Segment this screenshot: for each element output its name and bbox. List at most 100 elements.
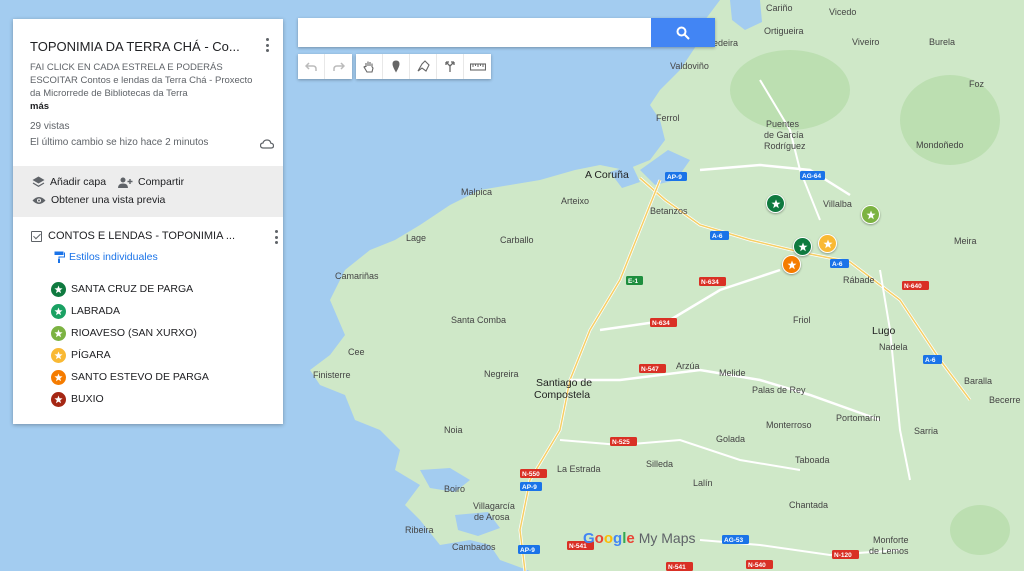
svg-text:N-525: N-525 [612, 439, 630, 446]
toolbar-tools [356, 54, 491, 79]
map-description: FAI CLICK EN CADA ESTRELA E PODERÁS ESCO… [30, 62, 253, 99]
svg-text:E-1: E-1 [628, 278, 639, 285]
toolbar-history [298, 54, 352, 79]
map-label: Lage [406, 233, 426, 243]
eye-icon [32, 196, 46, 204]
road-shield: N-541 [666, 562, 693, 571]
map-label: Sarria [914, 426, 938, 436]
map-label: Compostela [534, 389, 590, 401]
map-label: Rábade [843, 275, 875, 285]
map-label: Carballo [500, 235, 534, 245]
legend-item[interactable]: RIOAVESO (SAN XURXO) [51, 322, 209, 344]
draw-line-button[interactable] [410, 54, 437, 79]
legend-item[interactable]: PÍGARA [51, 344, 209, 366]
more-link[interactable]: más [30, 101, 49, 112]
search-input[interactable] [298, 18, 650, 47]
share-label: Compartir [138, 176, 185, 188]
svg-text:N-547: N-547 [641, 366, 659, 373]
paint-roller-icon [54, 251, 65, 263]
legend-item[interactable]: SANTO ESTEVO DE PARGA [51, 366, 209, 388]
map-label: Baralla [964, 376, 992, 386]
star-icon [51, 391, 66, 407]
legend-item[interactable]: LABRADA [51, 300, 209, 322]
map-label: Cariño [766, 3, 793, 13]
map-marker-labrada[interactable] [793, 237, 812, 256]
map-options-button[interactable] [266, 38, 270, 55]
map-label: Meira [954, 236, 977, 246]
map-label: Arteixo [561, 196, 589, 206]
google-wordmark: Google [583, 530, 635, 547]
map-label: Rodríguez [764, 141, 806, 151]
svg-text:N-634: N-634 [701, 279, 719, 286]
road-shield: N-540 [746, 560, 773, 569]
road-shield: AP-9 [518, 545, 540, 554]
measure-button[interactable] [464, 54, 491, 79]
map-label: Cambados [452, 542, 496, 552]
map-label: Taboada [795, 455, 830, 465]
layer-name[interactable]: CONTOS E LENDAS - TOPONIMIA ... [48, 230, 235, 242]
map-label: Ferrol [656, 113, 680, 123]
road-shield: AP-9 [665, 172, 687, 181]
map-label: Palas de Rey [752, 385, 806, 395]
layer-options-button[interactable] [275, 230, 279, 247]
panel-actions: Añadir capa Compartir Obtener una vista … [13, 166, 283, 217]
legend-item[interactable]: BUXIO [51, 388, 209, 410]
redo-button[interactable] [325, 54, 352, 79]
map-label: Arzúa [676, 361, 700, 371]
map-title[interactable]: TOPONIMIA DA TERRA CHÁ - Co... [30, 39, 252, 54]
svg-text:N-540: N-540 [748, 562, 766, 569]
map-marker-rioaveso[interactable] [861, 205, 880, 224]
map-label: Santa Comba [451, 315, 506, 325]
map-label: edeira [713, 38, 738, 48]
legend-label: PÍGARA [71, 349, 111, 361]
map-label: Portomarín [836, 413, 881, 423]
layer-visibility-checkbox[interactable] [31, 230, 42, 242]
map-label: Lalín [693, 478, 713, 488]
map-marker-santa-cruz-de-parga[interactable] [766, 194, 785, 213]
add-directions-button[interactable] [437, 54, 464, 79]
layer-header: CONTOS E LENDAS - TOPONIMIA ... [31, 230, 235, 242]
map-label: Foz [969, 79, 985, 89]
map-label: de Arosa [474, 512, 510, 522]
map-label: Nadela [879, 342, 908, 352]
search-button[interactable] [651, 18, 715, 47]
add-marker-button[interactable] [383, 54, 410, 79]
legend-item[interactable]: SANTA CRUZ DE PARGA [51, 278, 209, 300]
star-icon [51, 325, 66, 341]
map-label: Noia [444, 425, 463, 435]
legend-list: SANTA CRUZ DE PARGA LABRADA RIOAVESO (SA… [51, 278, 209, 410]
preview-button[interactable]: Obtener una vista previa [32, 194, 165, 206]
map-label: Friol [793, 315, 811, 325]
road-shield: AG-64 [800, 171, 825, 180]
legend-label: LABRADA [71, 305, 121, 317]
svg-text:AP-9: AP-9 [520, 547, 535, 554]
svg-text:AP-9: AP-9 [667, 174, 682, 181]
google-my-maps-logo: Google My Maps [583, 530, 696, 547]
map-label: Ribeira [405, 525, 434, 535]
road-shield: N-640 [902, 281, 929, 290]
ruler-icon [469, 62, 486, 71]
individual-styles-link[interactable]: Estilos individuales [54, 251, 158, 263]
add-layer-button[interactable]: Añadir capa [32, 176, 106, 188]
road-shield: N-634 [650, 318, 677, 327]
road-shield: N-120 [832, 550, 859, 559]
legend-label: RIOAVESO (SAN XURXO) [71, 327, 197, 339]
map-label: Betanzos [650, 206, 688, 216]
star-icon [51, 281, 66, 297]
map-label: Mondoñedo [916, 140, 964, 150]
undo-button[interactable] [298, 54, 325, 79]
select-tool-button[interactable] [356, 54, 383, 79]
map-label: Monterroso [766, 420, 812, 430]
road-shield: A-6 [710, 231, 729, 240]
map-label: Malpica [461, 187, 492, 197]
map-label: Melide [719, 368, 746, 378]
map-label: Villagarcía [473, 501, 515, 511]
add-person-icon [118, 177, 133, 188]
search-bar [298, 18, 715, 47]
map-legend-panel: TOPONIMIA DA TERRA CHÁ - Co... FAI CLICK… [13, 19, 283, 424]
map-marker-pigara[interactable] [818, 234, 837, 253]
svg-text:N-120: N-120 [834, 552, 852, 559]
map-marker-santo-estevo-de-parga[interactable] [782, 255, 801, 274]
map-label: Monforte [873, 535, 909, 545]
share-button[interactable]: Compartir [117, 176, 184, 188]
